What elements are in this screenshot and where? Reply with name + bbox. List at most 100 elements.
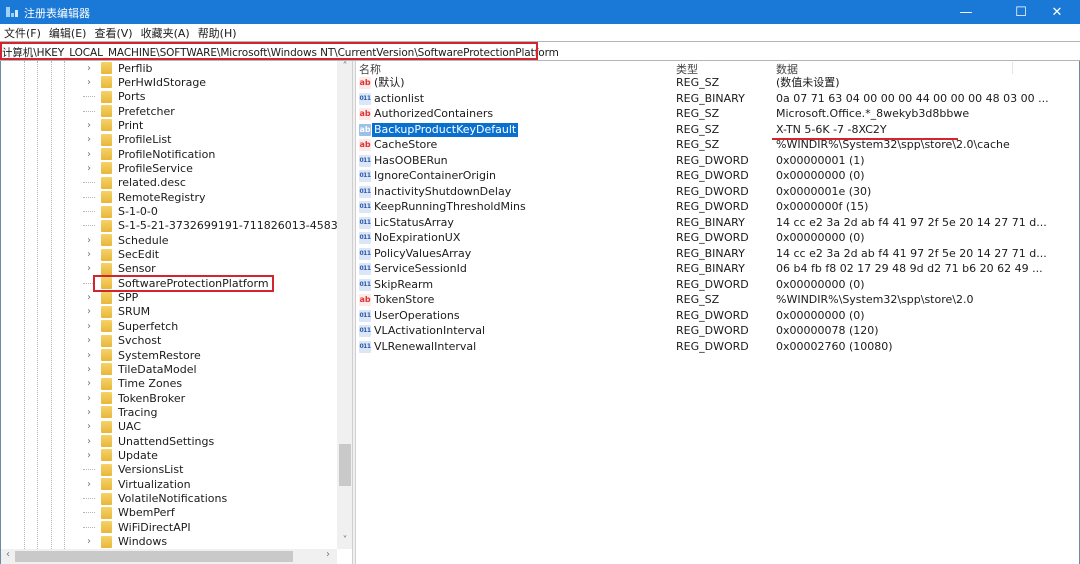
value-row[interactable]: 011 NoExpirationUX REG_DWORD 0x00000000 (0) bbox=[356, 231, 1056, 247]
column-header-data[interactable]: 数据 bbox=[776, 61, 798, 76]
tree-item[interactable]: › Perflib bbox=[83, 61, 153, 75]
scroll-down-icon[interactable]: ˅ bbox=[337, 535, 352, 549]
tree-item[interactable]: Prefetcher bbox=[83, 104, 175, 118]
tree-item[interactable]: › Time Zones bbox=[83, 377, 182, 391]
chevron-right-icon[interactable]: › bbox=[83, 292, 95, 303]
tree-item[interactable]: › SystemRestore bbox=[83, 348, 201, 362]
folder-icon bbox=[101, 463, 112, 476]
tree-item[interactable]: › Print bbox=[83, 118, 143, 132]
chevron-right-icon[interactable]: › bbox=[83, 263, 95, 274]
value-row[interactable]: 011 SkipRearm REG_DWORD 0x00000000 (0) bbox=[356, 278, 1056, 294]
value-row[interactable]: 011 ServiceSessionId REG_BINARY 06 b4 fb f8… bbox=[356, 262, 1056, 278]
value-row[interactable]: 011 InactivityShutdownDelay REG_DWORD 0x000… bbox=[356, 185, 1056, 201]
chevron-right-icon[interactable]: › bbox=[83, 450, 95, 461]
tree-item[interactable]: › UAC bbox=[83, 420, 141, 434]
value-row[interactable]: ab BackupProductKeyDefault REG_SZ X-TN 5-6K… bbox=[356, 122, 1056, 140]
tree-item[interactable]: › ProfileNotification bbox=[83, 147, 215, 161]
menu-help[interactable]: 帮助(H) bbox=[194, 24, 241, 41]
value-row[interactable]: 011 HasOOBERun REG_DWORD 0x00000001 (1) bbox=[356, 154, 1056, 170]
value-row[interactable]: ab (默认) REG_SZ (数值未设置) bbox=[356, 76, 1056, 92]
tree-vertical-scrollbar[interactable]: ˄ ˅ bbox=[337, 61, 352, 549]
chevron-right-icon[interactable]: › bbox=[83, 77, 95, 88]
tree-item[interactable]: › PerHwIdStorage bbox=[83, 75, 206, 89]
tree-item-content: S-1-5-21-3732699191-711826013-458361382 bbox=[95, 219, 352, 232]
value-row[interactable]: ab TokenStore REG_SZ %WINDIR%\System32\spp\… bbox=[356, 293, 1056, 309]
value-row[interactable]: 011 KeepRunningThresholdMins REG_DWORD 0x00… bbox=[356, 200, 1056, 216]
value-row[interactable]: 011 PolicyValuesArray REG_BINARY 14 cc e2 3… bbox=[356, 247, 1056, 263]
chevron-right-icon[interactable]: › bbox=[83, 364, 95, 375]
tree-item[interactable]: S-1-5-21-3732699191-711826013-458361382 bbox=[83, 219, 352, 233]
chevron-right-icon[interactable]: › bbox=[83, 134, 95, 145]
chevron-right-icon[interactable]: › bbox=[83, 249, 95, 260]
tree-item[interactable]: SoftwareProtectionPlatform bbox=[83, 274, 274, 292]
chevron-right-icon[interactable]: › bbox=[83, 335, 95, 346]
chevron-right-icon[interactable]: › bbox=[83, 350, 95, 361]
chevron-right-icon[interactable]: › bbox=[83, 321, 95, 332]
menu-favorites[interactable]: 收藏夹(A) bbox=[137, 24, 194, 41]
chevron-right-icon[interactable]: › bbox=[83, 235, 95, 246]
tree-item[interactable]: related.desc bbox=[83, 176, 186, 190]
menu-edit[interactable]: 编辑(E) bbox=[45, 24, 91, 41]
minimize-button[interactable]: — bbox=[943, 0, 989, 24]
tree-item[interactable]: › TokenBroker bbox=[83, 391, 185, 405]
menu-view[interactable]: 查看(V) bbox=[90, 24, 136, 41]
tree-vertical-scroll-thumb[interactable] bbox=[339, 444, 351, 486]
value-name: actionlist bbox=[374, 91, 425, 105]
value-row[interactable]: 011 actionlist REG_BINARY 0a 07 71 63 04 00… bbox=[356, 92, 1056, 108]
tree-horizontal-scroll-thumb[interactable] bbox=[15, 551, 293, 562]
tree-item[interactable]: › Svchost bbox=[83, 334, 161, 348]
menu-file[interactable]: 文件(F) bbox=[0, 24, 45, 41]
tree-item[interactable]: › TileDataModel bbox=[83, 362, 197, 376]
tree-item[interactable]: › Sensor bbox=[83, 262, 156, 276]
scroll-left-icon[interactable]: ‹ bbox=[1, 549, 15, 564]
tree-horizontal-scrollbar[interactable]: ‹ › bbox=[1, 549, 337, 564]
value-row[interactable]: 011 VLActivationInterval REG_DWORD 0x000000… bbox=[356, 324, 1056, 340]
close-button[interactable]: ✕ bbox=[1034, 0, 1080, 24]
tree-item[interactable]: › Update bbox=[83, 448, 158, 462]
tree-item[interactable]: › Superfetch bbox=[83, 319, 178, 333]
chevron-right-icon[interactable]: › bbox=[83, 120, 95, 131]
chevron-right-icon[interactable]: › bbox=[83, 436, 95, 447]
tree-item[interactable]: WbemPerf bbox=[83, 506, 175, 520]
column-header-name[interactable]: 名称 bbox=[359, 61, 381, 76]
tree-item[interactable]: › SRUM bbox=[83, 305, 150, 319]
scroll-right-icon[interactable]: › bbox=[321, 549, 335, 564]
tree-item-label: Virtualization bbox=[118, 477, 191, 491]
value-row[interactable]: 011 VLRenewalInterval REG_DWORD 0x00002760 … bbox=[356, 340, 1056, 356]
value-row[interactable]: ab AuthorizedContainers REG_SZ Microsoft.Of… bbox=[356, 107, 1056, 123]
tree-item[interactable]: WiFiDirectAPI bbox=[83, 520, 191, 534]
chevron-right-icon[interactable]: › bbox=[83, 63, 95, 74]
chevron-right-icon[interactable]: › bbox=[83, 421, 95, 432]
tree-item[interactable]: VolatileNotifications bbox=[83, 492, 227, 506]
value-name: VLActivationInterval bbox=[374, 324, 486, 337]
value-row[interactable]: ab CacheStore REG_SZ %WINDIR%\System32\spp\… bbox=[356, 138, 1056, 154]
chevron-right-icon[interactable]: › bbox=[83, 163, 95, 174]
tree-item[interactable]: › SecEdit bbox=[83, 248, 159, 262]
tree-item[interactable]: RemoteRegistry bbox=[83, 190, 205, 204]
value-row[interactable]: 011 IgnoreContainerOrigin REG_DWORD 0x00000… bbox=[356, 169, 1056, 185]
chevron-right-icon[interactable]: › bbox=[83, 393, 95, 404]
tree-item[interactable]: S-1-0-0 bbox=[83, 205, 158, 219]
chevron-right-icon[interactable]: › bbox=[83, 407, 95, 418]
value-row[interactable]: 011 LicStatusArray REG_BINARY 14 cc e2 3a 2… bbox=[356, 216, 1056, 232]
tree-item[interactable]: › UnattendSettings bbox=[83, 434, 214, 448]
chevron-right-icon[interactable]: › bbox=[83, 306, 95, 317]
tree-item[interactable]: VersionsList bbox=[83, 463, 183, 477]
column-separator[interactable] bbox=[1012, 62, 1013, 74]
tree-item[interactable]: › ProfileService bbox=[83, 161, 193, 175]
tree-item[interactable]: › ProfileList bbox=[83, 133, 171, 147]
value-row[interactable]: 011 UserOperations REG_DWORD 0x00000000 (0) bbox=[356, 309, 1056, 325]
tree-item[interactable]: Ports bbox=[83, 90, 146, 104]
tree-item[interactable]: › Windows bbox=[83, 535, 167, 549]
scroll-up-icon[interactable]: ˄ bbox=[337, 61, 352, 75]
address-bar[interactable]: 计算机\HKEY_LOCAL_MACHINE\SOFTWARE\Microsof… bbox=[0, 41, 1080, 61]
column-header-type[interactable]: 类型 bbox=[676, 61, 698, 76]
chevron-right-icon[interactable]: › bbox=[83, 536, 95, 547]
chevron-right-icon[interactable]: › bbox=[83, 378, 95, 389]
tree-item[interactable]: › Tracing bbox=[83, 405, 157, 419]
tree-item[interactable]: › Virtualization bbox=[83, 477, 191, 491]
tree-item[interactable]: › SPP bbox=[83, 291, 138, 305]
chevron-right-icon[interactable]: › bbox=[83, 479, 95, 490]
tree-item[interactable]: › Schedule bbox=[83, 233, 169, 247]
chevron-right-icon[interactable]: › bbox=[83, 149, 95, 160]
